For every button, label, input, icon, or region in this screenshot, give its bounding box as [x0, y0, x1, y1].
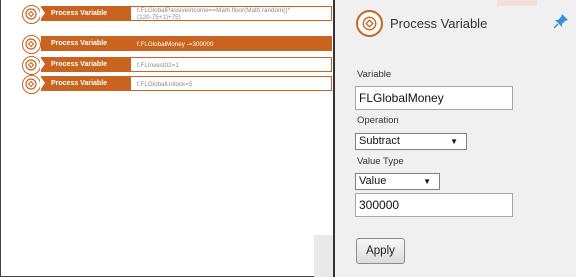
operation-select-value: Subtract	[359, 135, 400, 147]
event-canvas: Process Variable f.FLGlobalPassiveIncome…	[0, 0, 334, 277]
process-variable-icon	[22, 56, 41, 75]
node-row-2-selected[interactable]: Process Variable f.FLGlobalMoney -=30000…	[1, 35, 334, 54]
node-code: f.FLGlobalPassiveIncome==Math.floor(Math…	[137, 7, 290, 21]
operation-label: Operation	[357, 115, 399, 126]
apply-button[interactable]: Apply	[356, 238, 405, 264]
node-code: f.FLGlobalUnlock=5	[137, 81, 193, 88]
node-label: Process Variable	[40, 76, 131, 91]
process-variable-icon	[22, 5, 41, 24]
process-variable-icon	[22, 75, 41, 94]
node-label: Process Variable	[41, 36, 131, 51]
panel-top-accent	[497, 0, 537, 6]
value-input[interactable]: 300000	[355, 193, 513, 217]
value-type-select[interactable]: Value ▼	[355, 173, 440, 190]
node-label: Process Variable	[40, 6, 131, 21]
node-label: Process Variable	[40, 57, 131, 72]
node-box: Process Variable f.FLInvest02=1	[40, 57, 332, 72]
node-code: f.FLInvest02=1	[137, 62, 179, 69]
node-box: Process Variable f.FLGlobalPassiveIncome…	[40, 6, 332, 21]
value-type-select-value: Value	[359, 175, 387, 187]
chevron-down-icon: ▼	[450, 137, 458, 146]
node-row-1[interactable]: Process Variable f.FLGlobalPassiveIncome…	[1, 5, 334, 24]
pin-icon[interactable]	[553, 13, 569, 34]
operation-select[interactable]: Subtract ▼	[355, 133, 467, 150]
variable-input[interactable]: FLGlobalMoney	[355, 86, 513, 110]
node-box: Process Variable f.FLGlobalMoney -=30000…	[41, 36, 332, 51]
node-row-4[interactable]: Process Variable f.FLGlobalUnlock=5	[1, 75, 334, 94]
value-type-label: Value Type	[357, 156, 404, 167]
chevron-down-icon: ▼	[423, 177, 431, 186]
node-box: Process Variable f.FLGlobalUnlock=5	[40, 76, 332, 91]
node-code: f.FLGlobalMoney -=300000	[137, 41, 214, 48]
variable-label: Variable	[357, 69, 392, 80]
canvas-scroll-strip	[314, 235, 334, 277]
node-row-3[interactable]: Process Variable f.FLInvest02=1	[1, 56, 334, 75]
process-variable-icon	[356, 10, 383, 37]
panel-title: Process Variable	[390, 16, 488, 31]
process-variable-icon	[22, 35, 41, 54]
